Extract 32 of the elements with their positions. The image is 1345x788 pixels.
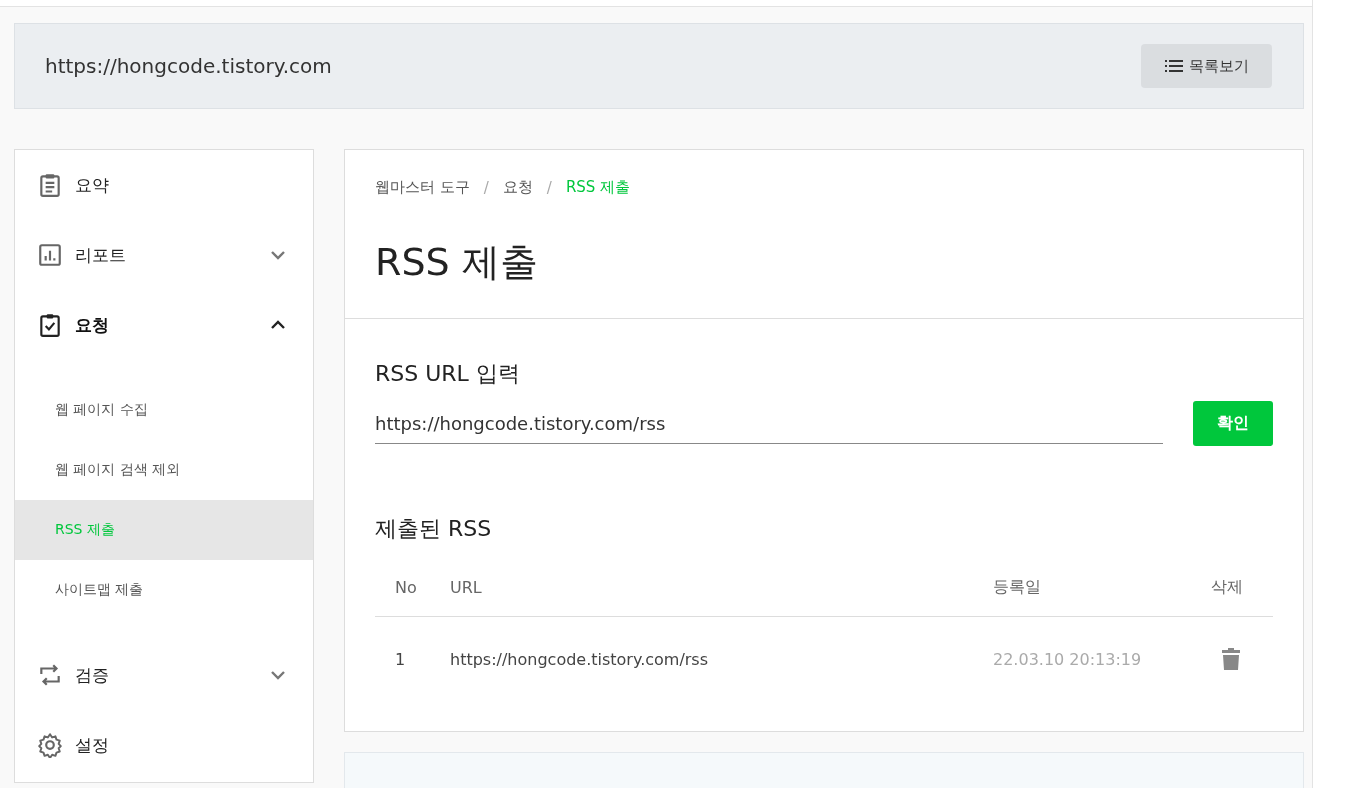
submenu-item[interactable]: 웹 페이지 검색 제외 [15,440,313,500]
breadcrumb-separator: / [483,178,489,197]
clipboard-icon [37,172,63,198]
section-title: RSS URL 입력 [375,360,521,388]
table-cell: 1 [395,649,406,669]
section-title: 제출된 RSS [375,515,493,543]
site-url: https://hongcode.tistory.com [45,54,332,78]
sidebar-item[interactable]: 검증 [15,640,313,710]
list-icon [1164,59,1183,73]
sidebar-item[interactable]: 리포트 [15,220,313,290]
sidebar-item[interactable]: 요청 [15,290,313,360]
bar-chart-icon [37,242,63,268]
clipboard-check-icon [37,312,63,338]
settings-icon [37,732,63,758]
submenu-item[interactable]: 사이트맵 제출 [15,560,313,620]
sidebar-item[interactable]: 요약 [15,150,313,220]
table-cell: https://hongcode.tistory.com/rss [450,649,709,669]
list-view-button[interactable]: 목록보기 [1141,44,1272,88]
table-cell: 22.03.10 20:13:19 [993,649,1142,669]
column-header: 삭제 [1211,576,1243,598]
sidebar-item[interactable]: 설정 [15,710,313,780]
column-header: URL [450,577,482,597]
repeat-arrows-icon [37,662,63,688]
page-title: RSS 제출 [375,239,539,286]
submenu-item[interactable]: 웹 페이지 수집 [15,380,313,440]
column-header: No [395,577,417,597]
breadcrumb-item[interactable]: 요청 [502,178,533,197]
url-input-field[interactable]: https://hongcode.tistory.com/rss [375,403,1163,444]
trash-icon[interactable] [1221,647,1241,671]
column-header: 등록일 [993,576,1041,598]
breadcrumb-separator: / [546,178,552,197]
breadcrumb-item[interactable]: 웹마스터 도구 [375,178,470,197]
